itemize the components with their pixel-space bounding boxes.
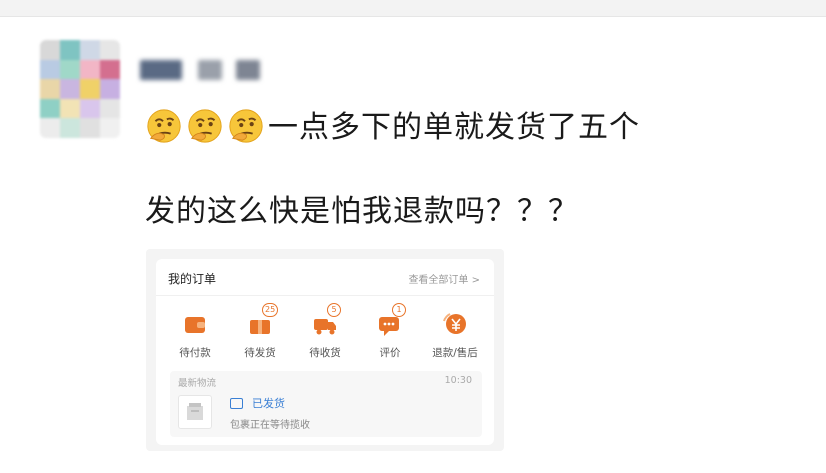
- logistics-title: 最新物流: [178, 378, 217, 389]
- logistics-status: 已发货: [252, 397, 285, 410]
- shipped-status-icon: [230, 398, 243, 409]
- order-status-label: 待发货: [244, 347, 276, 359]
- count-badge: 5: [327, 303, 341, 317]
- avatar[interactable]: [40, 40, 120, 138]
- logistics-time: 10:30: [444, 375, 472, 386]
- thinking-face-icon: [229, 109, 263, 143]
- latest-logistics-panel[interactable]: 最新物流 10:30 已发货 包裹正在等待揽收: [170, 371, 482, 437]
- wallet-icon: [181, 311, 209, 337]
- thinking-face-icon: [147, 109, 181, 143]
- count-badge: 1: [392, 303, 406, 317]
- count-badge: 25: [262, 303, 279, 317]
- order-status-label: 评价: [379, 347, 401, 359]
- order-status-pending-payment[interactable]: 待付款: [165, 311, 225, 360]
- order-status-review[interactable]: 1 评价: [360, 303, 420, 360]
- post-text-line-1: 一点多下的单就发货了五个: [145, 102, 640, 146]
- order-screenshot[interactable]: 我的订单 查看全部订单 > 待付款 25 待发货 5 待收货 1 评价 退款/售…: [146, 249, 504, 451]
- view-all-orders-link[interactable]: 查看全部订单 >: [408, 271, 480, 286]
- divider: [156, 295, 494, 296]
- order-status-label: 待付款: [179, 347, 211, 359]
- username-blurred[interactable]: [140, 60, 182, 80]
- order-status-label: 退款/售后: [432, 347, 478, 359]
- thinking-face-icon: [188, 109, 222, 143]
- post-text-line-2: 发的这么快是怕我退款吗？？？: [145, 186, 579, 230]
- order-status-refund[interactable]: 退款/售后: [425, 311, 485, 360]
- package-icon: 25: [246, 303, 279, 337]
- post-text: 一点多下的单就发货了五个: [268, 110, 640, 145]
- logistics-description: 包裹正在等待揽收: [230, 420, 310, 431]
- username-blurred: [236, 60, 260, 80]
- order-card: 我的订单 查看全部订单 > 待付款 25 待发货 5 待收货 1 评价 退款/售…: [156, 259, 494, 445]
- refund-icon: [441, 311, 469, 337]
- order-status-to-ship[interactable]: 25 待发货: [230, 303, 290, 360]
- comment-icon: 1: [376, 303, 406, 337]
- top-divider: [0, 0, 826, 17]
- product-thumbnail: [178, 395, 212, 429]
- order-status-label: 待收货: [309, 347, 341, 359]
- username-blurred: [198, 60, 222, 80]
- order-status-to-receive[interactable]: 5 待收货: [295, 303, 355, 360]
- post-text: 发的这么快是怕我退款吗？？？: [145, 194, 579, 229]
- truck-icon: 5: [311, 303, 341, 337]
- order-card-title: 我的订单: [168, 272, 217, 286]
